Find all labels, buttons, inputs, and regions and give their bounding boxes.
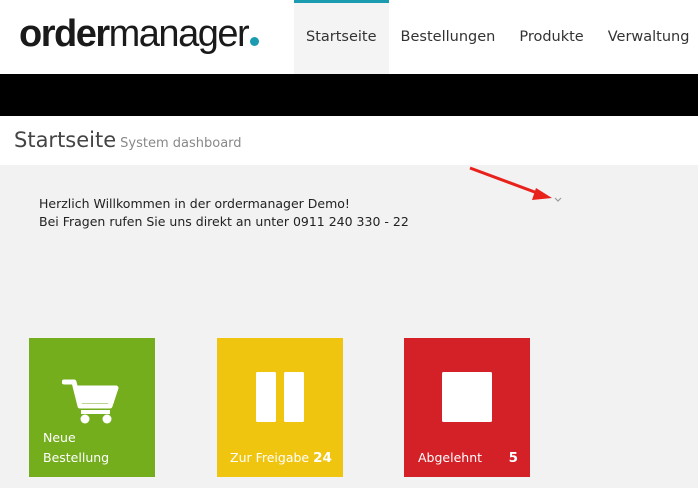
ordermanager-logo[interactable]: ordermanager (19, 12, 260, 56)
tab-verwaltung[interactable]: Verwaltung (596, 0, 698, 74)
annotation-arrow (469, 166, 552, 200)
page-title-text: Startseite (14, 128, 117, 152)
logo-text-light: manager (108, 13, 250, 55)
stop-icon (442, 372, 492, 422)
tile-label-line-2: Bestellung (43, 450, 110, 465)
tile-label-text: Zur Freigabe (230, 450, 310, 465)
main-nav: Startseite Bestellungen Produkte Verwalt… (294, 0, 698, 74)
page-title: Startseite System dashboard (14, 128, 242, 152)
tile-label-line-1: Neue (43, 430, 76, 445)
tile-zur-freigabe[interactable]: Zur Freigabe 24 (217, 338, 343, 477)
page-header: Startseite System dashboard (0, 116, 698, 165)
tile-neue-bestellung[interactable]: Neue Bestellung (29, 338, 155, 477)
top-navbar: ordermanager Startseite Bestellungen Pro… (0, 0, 698, 74)
welcome-line-1: Herzlich Willkommen in der ordermanager … (39, 196, 350, 211)
welcome-message: Herzlich Willkommen in der ordermanager … (39, 195, 409, 231)
tile-label-text: Abgelehnt (418, 450, 483, 465)
tab-bestellungen[interactable]: Bestellungen (389, 0, 508, 74)
cart-icon (62, 379, 119, 424)
logo-text-bold: order (19, 13, 110, 55)
tab-produkte[interactable]: Produkte (507, 0, 595, 74)
tile-abgelehnt[interactable]: Abgelehnt 5 (404, 338, 530, 477)
page-subtitle: System dashboard (120, 136, 242, 151)
tile-count-badge: 5 (508, 450, 518, 466)
tile-count-badge: 24 (313, 450, 332, 466)
welcome-line-2: Bei Fragen rufen Sie uns direkt an unter… (39, 214, 409, 229)
toolbar-strip (0, 74, 698, 116)
logo-dot (250, 37, 260, 46)
tab-startseite[interactable]: Startseite (294, 0, 389, 74)
tile-label: Zur Freigabe 24 (230, 448, 332, 468)
tile-label: Neue Bestellung (43, 428, 109, 468)
tile-label: Abgelehnt 5 (418, 448, 518, 468)
pause-icon (256, 372, 304, 422)
